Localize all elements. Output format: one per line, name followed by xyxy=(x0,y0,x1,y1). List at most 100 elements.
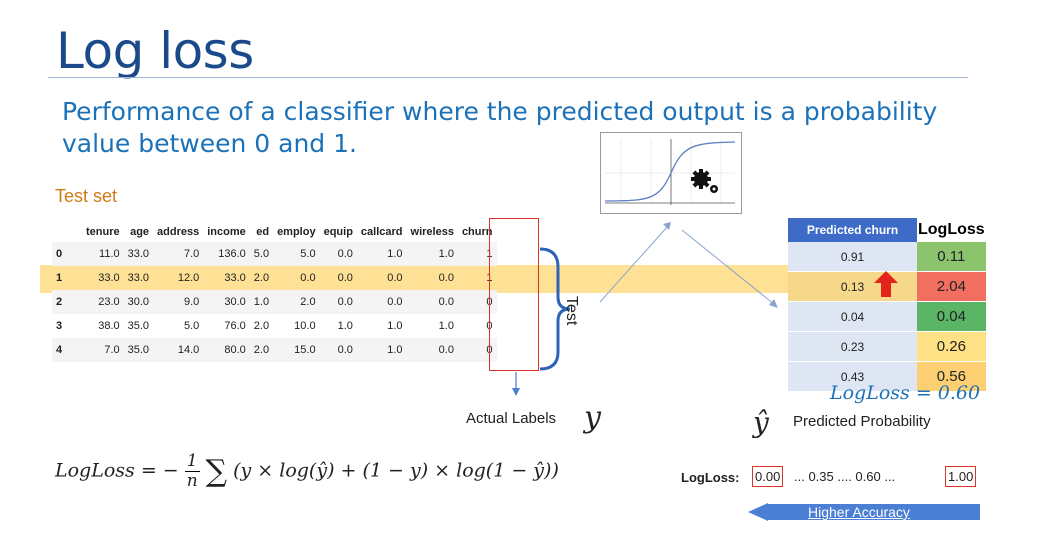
logloss-value: 0.04 xyxy=(917,301,986,332)
test-set-table: tenure age address income ed employ equip callc… xyxy=(52,222,497,362)
table-cell: 10.0 xyxy=(294,320,316,332)
table-cell: 76.0 xyxy=(224,320,246,332)
table-cell: 136.0 xyxy=(203,242,250,266)
prediction-row: 0.91 0.11 xyxy=(788,242,986,272)
table-cell: 0.0 xyxy=(319,338,357,362)
column-header xyxy=(52,222,82,242)
table-cell: 1 xyxy=(56,272,63,284)
table-cell: 0.0 xyxy=(319,290,357,314)
table-cell: 30.0 xyxy=(123,290,154,314)
table-header-row: tenure age address income ed employ equip callc… xyxy=(52,222,497,242)
table-cell: 23.0 xyxy=(82,290,124,314)
table-cell: 15.0 xyxy=(273,338,320,362)
table-cell: 30.0 xyxy=(203,290,250,314)
table-row: 0 11.0 33.0 7.0 136.0 5.0 5.0 0.0 1.0 1.0 1 xyxy=(52,242,497,266)
table-cell: 1.0 xyxy=(249,290,274,314)
column-header: tenure xyxy=(86,226,120,238)
table-cell: 33.0 xyxy=(224,272,246,284)
sum-symbol: ∑ xyxy=(205,454,228,489)
scale-one: 1.00 xyxy=(945,466,977,487)
logloss-header: LogLoss xyxy=(917,218,986,242)
table-cell: 3 xyxy=(56,320,63,332)
table-cell: 14.0 xyxy=(153,338,204,362)
table-cell: 1.0 xyxy=(337,320,353,332)
table-cell: 4 xyxy=(52,338,82,362)
churn-column-box xyxy=(489,218,539,371)
table-cell: 0 xyxy=(52,242,82,266)
logloss-value: 0.26 xyxy=(917,331,986,362)
prediction-row: 0.04 0.04 xyxy=(788,301,986,332)
slide-title: Log loss xyxy=(56,22,254,80)
table-cell: 0.0 xyxy=(356,290,407,314)
column-header: callcard xyxy=(360,226,403,238)
y-symbol: y xyxy=(584,400,601,435)
table-cell: 7.0 xyxy=(82,338,124,362)
scale-mid: ... 0.35 .... 0.60 ... xyxy=(794,469,896,484)
table-cell: 1.0 xyxy=(356,338,407,362)
test-set-label: Test set xyxy=(55,186,118,206)
table-cell: 0.0 xyxy=(300,272,316,284)
predicted-value: 0.04 xyxy=(788,301,917,332)
table-cell: 0.0 xyxy=(387,272,403,284)
sigmoid-curve-icon xyxy=(604,139,736,205)
sigmoid-model-image xyxy=(600,132,742,214)
column-header: address xyxy=(157,226,200,238)
table-cell: 2 xyxy=(52,290,82,314)
table-cell: 2.0 xyxy=(253,272,270,284)
table-cell: 0.0 xyxy=(319,242,357,266)
table-cell: 33.0 xyxy=(123,242,154,266)
formula-numerator: 1 xyxy=(184,451,200,472)
table-cell: 33.0 xyxy=(127,272,150,284)
logloss-value: 0.11 xyxy=(917,242,986,272)
scale-zero: 0.00 xyxy=(752,466,784,487)
table-row: 2 23.0 30.0 9.0 30.0 1.0 2.0 0.0 0.0 0.0 0 xyxy=(52,290,497,314)
table-cell: 7.0 xyxy=(153,242,204,266)
table-cell: 33.0 xyxy=(98,272,120,284)
column-header: equip xyxy=(323,226,353,238)
table-cell: 0.0 xyxy=(406,338,458,362)
table-cell: 1.0 xyxy=(356,242,407,266)
connector-lines xyxy=(600,222,778,308)
column-header: ed xyxy=(256,226,270,238)
column-header: wireless xyxy=(410,226,454,238)
formula-denominator: n xyxy=(186,471,198,491)
table-cell: 35.0 xyxy=(123,338,154,362)
table-cell: 1.0 xyxy=(438,320,454,332)
column-header: age xyxy=(130,226,150,238)
higher-accuracy-label: Higher Accuracy xyxy=(808,504,910,520)
table-row: 1 33.0 33.0 12.0 33.0 2.0 0.0 0.0 0.0 0.0 1 xyxy=(52,266,497,290)
table-cell: 5.0 xyxy=(249,242,274,266)
up-arrow-icon xyxy=(874,271,898,297)
prediction-row: 0.23 0.26 xyxy=(788,331,986,362)
scale-label: LogLoss: xyxy=(681,470,740,485)
table-cell: 0.0 xyxy=(337,272,353,284)
table-cell: 11.0 xyxy=(82,242,124,266)
title-divider xyxy=(48,77,968,78)
down-arrow-icon xyxy=(512,372,520,396)
table-cell: 35.0 xyxy=(127,320,150,332)
table-cell: 0.0 xyxy=(406,290,458,314)
table-cell: 2.0 xyxy=(249,338,274,362)
predicted-churn-header: Predicted churn xyxy=(788,218,917,242)
logloss-result: LogLoss = 0.60 xyxy=(830,382,981,404)
actual-labels-label: Actual Labels xyxy=(466,410,557,427)
table-cell: 1.0 xyxy=(387,320,403,332)
predicted-value: 0.91 xyxy=(788,242,917,272)
table-cell: 5.0 xyxy=(183,320,200,332)
table-cell: 2.0 xyxy=(253,320,270,332)
table-row: 3 38.0 35.0 5.0 76.0 2.0 10.0 1.0 1.0 1.0 0 xyxy=(52,314,497,338)
subtitle: Performance of a classifier where the pr… xyxy=(62,97,938,158)
column-header: income xyxy=(207,226,246,238)
formula-lhs: LogLoss = − xyxy=(55,459,179,482)
logloss-value: 2.04 xyxy=(917,271,986,302)
table-cell: 1.0 xyxy=(406,242,458,266)
test-label: Test xyxy=(563,296,580,326)
predicted-probability-label: Predicted Probability xyxy=(793,413,931,430)
table-cell: 80.0 xyxy=(203,338,250,362)
logloss-formula: LogLoss = − 1n ∑ (y × log(ŷ) + (1 − y) ×… xyxy=(55,452,559,491)
column-header: employ xyxy=(277,226,316,238)
table-cell: 0.0 xyxy=(438,272,454,284)
prediction-table: Predicted churn LogLoss 0.91 0.11 0.13 2.04… xyxy=(788,218,986,392)
table-cell: 2.0 xyxy=(273,290,320,314)
formula-body: (y × log(ŷ) + (1 − y) × log(1 − ŷ)) xyxy=(233,459,559,482)
